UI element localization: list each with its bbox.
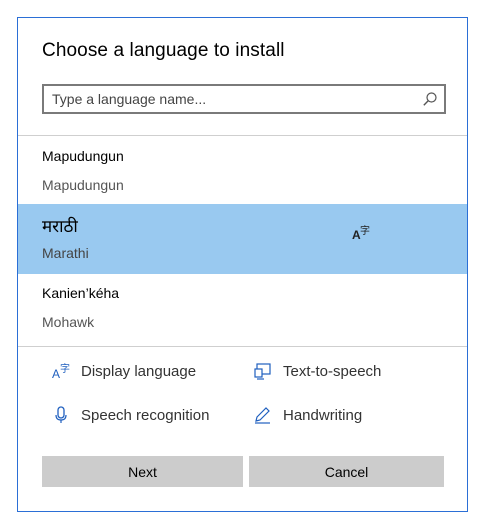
language-search-input[interactable]: [52, 89, 412, 109]
list-item-selected[interactable]: मराठी Marathi A 字: [18, 204, 467, 274]
svg-text:A: A: [52, 367, 60, 380]
svg-text:字: 字: [360, 224, 370, 237]
svg-text:字: 字: [60, 362, 70, 375]
language-native-name: Mapudungun: [42, 148, 124, 164]
dialog-title: Choose a language to install: [42, 40, 285, 61]
legend-text-to-speech: Text-to-speech: [254, 359, 381, 383]
legend-label: Handwriting: [283, 406, 363, 424]
cancel-button[interactable]: Cancel: [249, 456, 444, 487]
handwriting-pen-icon: [255, 407, 270, 424]
language-native-name: मराठी: [42, 217, 78, 236]
language-search-box[interactable]: [42, 84, 446, 114]
text-to-speech-icon: [254, 363, 271, 380]
legend-handwriting: Handwriting: [254, 403, 362, 427]
display-language-icon: A 字: [52, 362, 70, 380]
legend-label: Display language: [81, 362, 197, 380]
display-language-icon: A 字: [352, 224, 370, 240]
language-native-name: Kanien’kéha: [42, 285, 120, 301]
list-item[interactable]: Kanien’kéha Mohawk: [18, 273, 467, 343]
language-english-name: Mohawk: [42, 314, 95, 330]
next-button[interactable]: Next: [42, 456, 243, 487]
search-icon[interactable]: [422, 91, 438, 107]
choose-language-dialog: Choose a language to install Mapudungun …: [17, 17, 468, 512]
microphone-icon: [55, 406, 67, 423]
language-english-name: Marathi: [42, 245, 89, 261]
legend-label: Text-to-speech: [283, 362, 382, 380]
list-item[interactable]: Mapudungun Mapudungun: [18, 136, 467, 206]
legend-label: Speech recognition: [81, 406, 210, 424]
language-english-name: Mapudungun: [42, 177, 124, 193]
legend-display-language: A 字 Display language: [52, 359, 196, 383]
list-bottom-divider: [18, 346, 467, 347]
legend-speech-recognition: Speech recognition: [52, 403, 209, 427]
